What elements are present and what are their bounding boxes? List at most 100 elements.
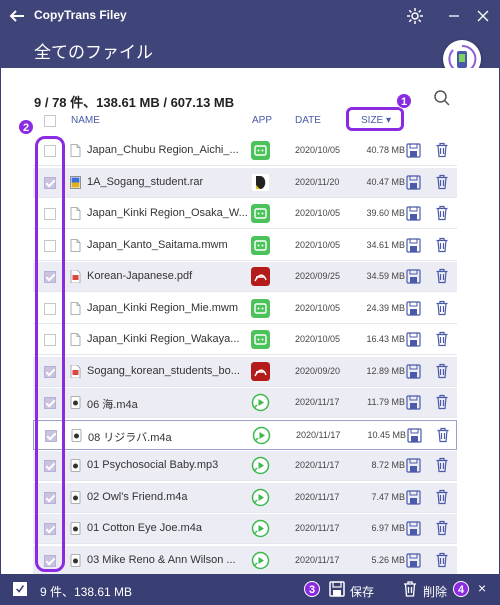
save-button[interactable]: 保存: [350, 583, 374, 600]
file-date: 2020/10/05: [295, 208, 341, 218]
close-window-icon[interactable]: [472, 5, 494, 27]
gear-icon[interactable]: [405, 6, 425, 26]
delete-file-icon[interactable]: [435, 457, 449, 473]
table-row[interactable]: 02 Owl's Friend.m4a 2020/11/17 7.47 MB: [33, 482, 457, 513]
save-file-icon[interactable]: [406, 489, 421, 505]
file-date: 2020/11/17: [295, 460, 340, 470]
delete-file-icon[interactable]: [435, 205, 449, 221]
player-app-icon: [252, 426, 271, 444]
trash-icon[interactable]: [402, 580, 418, 598]
delete-file-icon[interactable]: [435, 363, 449, 379]
table-row[interactable]: Korean-Japanese.pdf 2020/09/25 34.59 MB: [33, 262, 457, 292]
save-file-icon[interactable]: [406, 552, 421, 568]
table-row[interactable]: 1A_Sogang_student.rar 2020/11/20 40.47 MB: [33, 167, 457, 198]
file-name: 02 Owl's Friend.m4a: [87, 490, 188, 503]
select-all-checkbox[interactable]: [44, 115, 56, 127]
back-arrow-icon[interactable]: [8, 7, 26, 25]
player-app-icon: [251, 456, 270, 475]
save-file-icon[interactable]: [406, 206, 421, 221]
table-row[interactable]: Japan_Kinki Region_Osaka_W... 2020/10/05 3…: [33, 199, 457, 229]
acrobat-app-icon: [251, 267, 270, 286]
page-title: 全てのファイル: [34, 43, 153, 62]
save-file-icon[interactable]: [406, 363, 421, 379]
audio-file-icon: [70, 459, 81, 472]
file-date: 2020/11/17: [295, 397, 340, 407]
file-size: 16.43 MB: [366, 334, 405, 344]
pdf-file-icon: [70, 270, 81, 283]
checkbox-column-highlight: [35, 136, 65, 572]
save-file-icon[interactable]: [406, 143, 421, 158]
file-name: Korean-Japanese.pdf: [87, 270, 193, 282]
file-size: 40.47 MB: [366, 176, 405, 187]
delete-file-icon[interactable]: [435, 268, 449, 284]
delete-file-icon[interactable]: [435, 300, 449, 316]
file-size: 7.47 MB: [371, 491, 405, 502]
delete-file-icon[interactable]: [435, 174, 449, 190]
file-size: 8.72 MB: [371, 460, 405, 470]
delete-file-icon[interactable]: [435, 489, 449, 505]
audio-file-icon: [70, 553, 81, 567]
green-app-icon: [251, 330, 270, 349]
file-size: 39.60 MB: [366, 208, 405, 218]
file-size: 34.59 MB: [366, 271, 405, 281]
table-row[interactable]: 03 Mike Reno & Ann Wilson ... 2020/11/17 5…: [33, 545, 457, 574]
close-selection-icon[interactable]: ×: [478, 580, 486, 596]
file-date: 2020/10/05: [295, 334, 341, 344]
minimize-icon[interactable]: [443, 5, 465, 27]
delete-file-icon[interactable]: [435, 237, 449, 253]
column-app[interactable]: APP: [252, 115, 272, 126]
file-date: 2020/10/05: [295, 302, 341, 313]
save-file-icon[interactable]: [406, 521, 421, 536]
save-file-icon[interactable]: [406, 269, 421, 284]
save-file-icon[interactable]: [406, 237, 421, 253]
save-file-icon[interactable]: [406, 300, 421, 316]
delete-file-icon[interactable]: [436, 427, 450, 443]
file-name: 01 Psychosocial Baby.mp3: [87, 459, 219, 471]
table-row[interactable]: Japan_Kinki Region_Mie.mwm 2020/10/05 24.3…: [33, 294, 457, 324]
table-row[interactable]: Sogang_korean_students_bo... 2020/09/20 12…: [33, 356, 457, 387]
file-date: 2020/11/17: [295, 491, 340, 502]
file-date: 2020/11/17: [295, 523, 340, 533]
save-file-icon[interactable]: [406, 458, 421, 473]
table-row[interactable]: 06 海.m4a 2020/11/17 11.79 MB: [33, 388, 457, 418]
document-file-icon: [70, 238, 81, 252]
select-checkbox-checked[interactable]: [13, 582, 27, 596]
delete-file-icon[interactable]: [435, 142, 449, 158]
callout-2: 2: [18, 119, 34, 135]
audio-file-icon: [71, 428, 82, 442]
table-row[interactable]: 01 Cotton Eye Joe.m4a 2020/11/17 6.97 MB: [33, 514, 457, 544]
file-name: 08 リジラバ.m4a: [88, 431, 172, 444]
audio-file-icon: [70, 490, 81, 504]
delete-button[interactable]: 削除: [423, 583, 447, 600]
delete-file-icon[interactable]: [435, 552, 449, 568]
delete-file-icon[interactable]: [435, 520, 449, 536]
file-name: 01 Cotton Eye Joe.m4a: [87, 522, 202, 534]
file-name: Japan_Kanto_Saitama.mwm: [87, 238, 228, 251]
green-app-icon: [251, 141, 270, 160]
column-name[interactable]: NAME: [71, 115, 100, 126]
save-file-icon[interactable]: [406, 174, 421, 190]
file-name: Japan_Chubu Region_Aichi_...: [87, 144, 239, 156]
save-file-icon[interactable]: [407, 427, 422, 443]
file-size: 5.26 MB: [371, 554, 405, 565]
table-row[interactable]: 08 リジラバ.m4a 2020/11/17 10.45 MB: [33, 419, 457, 450]
audio-file-icon: [70, 396, 81, 409]
player-app-icon: [251, 393, 270, 412]
save-file-icon[interactable]: [406, 332, 421, 347]
delete-file-icon[interactable]: [435, 331, 449, 347]
search-icon[interactable]: [433, 89, 451, 107]
file-date: 2020/11/17: [295, 554, 340, 565]
table-row[interactable]: Japan_Kanto_Saitama.mwm 2020/10/05 34.61 M…: [33, 231, 457, 261]
save-file-icon[interactable]: [406, 395, 421, 410]
file-name: Sogang_korean_students_bo...: [87, 364, 240, 377]
player-app-icon: [251, 488, 270, 506]
green-app-icon: [251, 235, 270, 255]
save-icon[interactable]: [328, 580, 346, 598]
file-name: Japan_Kinki Region_Mie.mwm: [87, 301, 239, 314]
table-row[interactable]: Japan_Kinki Region_Wakaya... 2020/10/05 16…: [33, 325, 457, 355]
table-row[interactable]: 01 Psychosocial Baby.mp3 2020/11/17 8.72 M…: [33, 451, 457, 481]
delete-file-icon[interactable]: [435, 394, 449, 410]
column-date[interactable]: DATE: [295, 115, 321, 126]
table-row[interactable]: Japan_Chubu Region_Aichi_... 2020/10/05 40…: [33, 136, 457, 166]
file-list-panel: 9 / 78 件、138.61 MB / 607.13 MB NAME APP …: [1, 68, 499, 574]
